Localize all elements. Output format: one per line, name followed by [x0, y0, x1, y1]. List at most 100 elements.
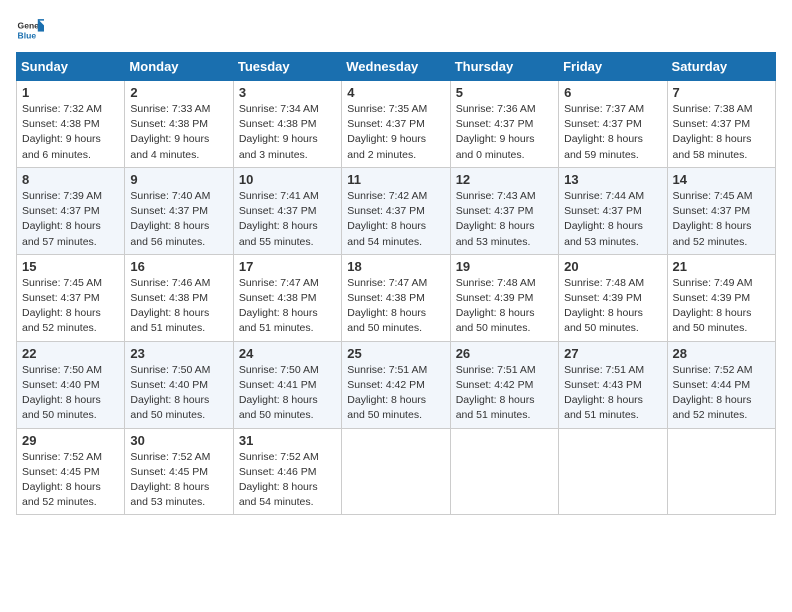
- cell-details: Sunrise: 7:52 AMSunset: 4:45 PMDaylight:…: [22, 450, 119, 511]
- cell-line: Daylight: 8 hours: [347, 393, 444, 408]
- cell-line: Sunset: 4:39 PM: [673, 291, 770, 306]
- cell-line: Daylight: 8 hours: [347, 219, 444, 234]
- day-number: 7: [673, 85, 770, 100]
- cell-line: Sunrise: 7:32 AM: [22, 102, 119, 117]
- cell-details: Sunrise: 7:48 AMSunset: 4:39 PMDaylight:…: [564, 276, 661, 337]
- svg-text:Blue: Blue: [18, 31, 37, 41]
- cell-line: Sunset: 4:37 PM: [673, 204, 770, 219]
- cell-line: Daylight: 8 hours: [239, 480, 336, 495]
- cell-line: and 50 minutes.: [239, 408, 336, 423]
- cell-details: Sunrise: 7:32 AMSunset: 4:38 PMDaylight:…: [22, 102, 119, 163]
- cell-line: Sunrise: 7:47 AM: [347, 276, 444, 291]
- cell-line: Sunset: 4:42 PM: [456, 378, 553, 393]
- logo: General Blue: [16, 16, 44, 44]
- calendar-cell: 31Sunrise: 7:52 AMSunset: 4:46 PMDayligh…: [233, 428, 341, 515]
- calendar-cell: 22Sunrise: 7:50 AMSunset: 4:40 PMDayligh…: [17, 341, 125, 428]
- cell-line: and 55 minutes.: [239, 235, 336, 250]
- calendar-cell: 16 Sunrise: 7:46 AMSunset: 4:38 PMDayligh…: [125, 254, 233, 341]
- cell-line: Sunrise: 7:52 AM: [239, 450, 336, 465]
- calendar-cell: 20 Sunrise: 7:48 AMSunset: 4:39 PMDayligh…: [559, 254, 667, 341]
- cell-line: Daylight: 8 hours: [564, 393, 661, 408]
- calendar-cell: 19Sunrise: 7:48 AMSunset: 4:39 PMDayligh…: [450, 254, 558, 341]
- calendar-cell: 25Sunrise: 7:51 AMSunset: 4:42 PMDayligh…: [342, 341, 450, 428]
- cell-line: and 58 minutes.: [673, 148, 770, 163]
- calendar-cell: 26Sunrise: 7:51 AMSunset: 4:42 PMDayligh…: [450, 341, 558, 428]
- calendar-cell: 29Sunrise: 7:52 AMSunset: 4:45 PMDayligh…: [17, 428, 125, 515]
- cell-line: Sunset: 4:45 PM: [130, 465, 227, 480]
- cell-line: Sunrise: 7:50 AM: [22, 363, 119, 378]
- day-number: 6: [564, 85, 661, 100]
- cell-details: Sunrise: 7:51 AMSunset: 4:42 PMDaylight:…: [456, 363, 553, 424]
- cell-details: Sunrise: 7:40 AMSunset: 4:37 PMDaylight:…: [130, 189, 227, 250]
- day-number: 4: [347, 85, 444, 100]
- day-number: 3: [239, 85, 336, 100]
- day-number: 23: [130, 346, 227, 361]
- cell-line: Sunrise: 7:43 AM: [456, 189, 553, 204]
- day-number: 2: [130, 85, 227, 100]
- cell-line: Sunrise: 7:49 AM: [673, 276, 770, 291]
- week-row: 1Sunrise: 7:32 AMSunset: 4:38 PMDaylight…: [17, 81, 776, 168]
- day-number: 25: [347, 346, 444, 361]
- cell-line: Sunrise: 7:33 AM: [130, 102, 227, 117]
- cell-line: and 52 minutes.: [673, 235, 770, 250]
- cell-line: and 50 minutes.: [347, 408, 444, 423]
- cell-details: Sunrise: 7:50 AMSunset: 4:40 PMDaylight:…: [22, 363, 119, 424]
- calendar-cell: 28Sunrise: 7:52 AMSunset: 4:44 PMDayligh…: [667, 341, 775, 428]
- cell-line: and 50 minutes.: [347, 321, 444, 336]
- logo-icon: General Blue: [16, 16, 44, 44]
- day-number: 20: [564, 259, 661, 274]
- calendar-cell: 14Sunrise: 7:45 AMSunset: 4:37 PMDayligh…: [667, 167, 775, 254]
- calendar-cell: 13Sunrise: 7:44 AMSunset: 4:37 PMDayligh…: [559, 167, 667, 254]
- cell-line: and 52 minutes.: [22, 495, 119, 510]
- calendar-cell: 4 Sunrise: 7:35 AMSunset: 4:37 PMDaylight…: [342, 81, 450, 168]
- day-number: 16: [130, 259, 227, 274]
- cell-line: Sunset: 4:44 PM: [673, 378, 770, 393]
- col-header-saturday: Saturday: [667, 53, 775, 81]
- cell-line: Daylight: 8 hours: [130, 219, 227, 234]
- cell-line: Daylight: 8 hours: [130, 480, 227, 495]
- cell-line: Sunset: 4:38 PM: [239, 291, 336, 306]
- cell-line: Sunrise: 7:42 AM: [347, 189, 444, 204]
- week-row: 29Sunrise: 7:52 AMSunset: 4:45 PMDayligh…: [17, 428, 776, 515]
- cell-details: Sunrise: 7:42 AMSunset: 4:37 PMDaylight:…: [347, 189, 444, 250]
- cell-line: and 51 minutes.: [130, 321, 227, 336]
- week-row: 15Sunrise: 7:45 AMSunset: 4:37 PMDayligh…: [17, 254, 776, 341]
- cell-line: Sunset: 4:37 PM: [347, 117, 444, 132]
- calendar-cell: 21 Sunrise: 7:49 AMSunset: 4:39 PMDayligh…: [667, 254, 775, 341]
- day-number: 17: [239, 259, 336, 274]
- cell-line: Sunset: 4:37 PM: [673, 117, 770, 132]
- cell-line: Daylight: 8 hours: [239, 306, 336, 321]
- calendar-cell: [667, 428, 775, 515]
- calendar-cell: 2 Sunrise: 7:33 AMSunset: 4:38 PMDaylight…: [125, 81, 233, 168]
- cell-line: Sunrise: 7:50 AM: [239, 363, 336, 378]
- day-number: 21: [673, 259, 770, 274]
- cell-line: Sunrise: 7:38 AM: [673, 102, 770, 117]
- cell-line: and 2 minutes.: [347, 148, 444, 163]
- cell-line: Sunrise: 7:52 AM: [22, 450, 119, 465]
- cell-line: and 50 minutes.: [22, 408, 119, 423]
- cell-line: and 51 minutes.: [239, 321, 336, 336]
- calendar-cell: 9Sunrise: 7:40 AMSunset: 4:37 PMDaylight…: [125, 167, 233, 254]
- calendar-cell: 3Sunrise: 7:34 AMSunset: 4:38 PMDaylight…: [233, 81, 341, 168]
- cell-details: Sunrise: 7:46 AMSunset: 4:38 PMDaylight:…: [130, 276, 227, 337]
- day-number: 18: [347, 259, 444, 274]
- cell-line: Sunrise: 7:51 AM: [564, 363, 661, 378]
- cell-line: Daylight: 8 hours: [564, 306, 661, 321]
- cell-line: Sunset: 4:42 PM: [347, 378, 444, 393]
- cell-line: Daylight: 8 hours: [673, 306, 770, 321]
- cell-line: Sunrise: 7:52 AM: [673, 363, 770, 378]
- header: General Blue: [16, 16, 776, 44]
- cell-line: Sunrise: 7:50 AM: [130, 363, 227, 378]
- cell-details: Sunrise: 7:33 AMSunset: 4:38 PMDaylight:…: [130, 102, 227, 163]
- cell-line: Sunset: 4:39 PM: [564, 291, 661, 306]
- cell-line: Daylight: 8 hours: [564, 132, 661, 147]
- cell-line: and 53 minutes.: [564, 235, 661, 250]
- cell-line: Sunrise: 7:41 AM: [239, 189, 336, 204]
- cell-line: Sunset: 4:38 PM: [239, 117, 336, 132]
- cell-details: Sunrise: 7:35 AMSunset: 4:37 PMDaylight:…: [347, 102, 444, 163]
- calendar-cell: 1Sunrise: 7:32 AMSunset: 4:38 PMDaylight…: [17, 81, 125, 168]
- cell-line: Sunset: 4:46 PM: [239, 465, 336, 480]
- cell-details: Sunrise: 7:47 AMSunset: 4:38 PMDaylight:…: [239, 276, 336, 337]
- day-number: 11: [347, 172, 444, 187]
- cell-line: Daylight: 8 hours: [22, 219, 119, 234]
